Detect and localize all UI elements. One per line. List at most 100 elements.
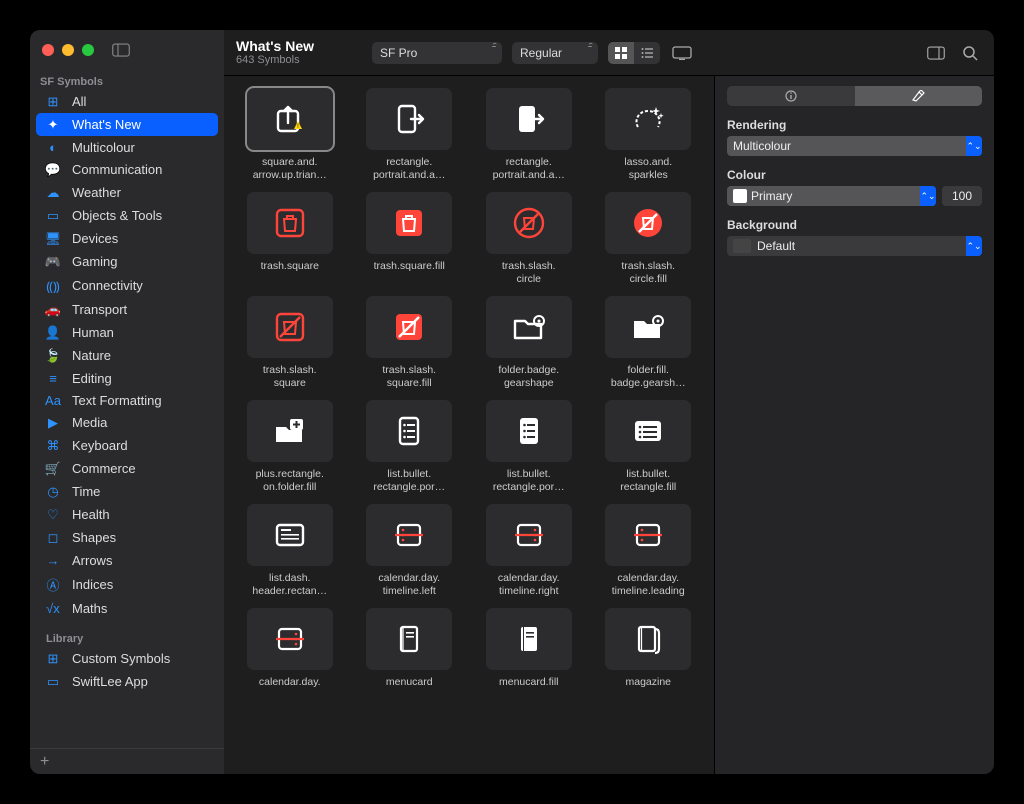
list-view-button[interactable]: [634, 42, 660, 64]
background-select[interactable]: Default⌃⌄: [727, 236, 982, 256]
search-button[interactable]: [958, 42, 982, 64]
info-tab[interactable]: [727, 86, 855, 106]
symbol-label: calendar.day. timeline.left: [378, 572, 440, 598]
sidebar-item-swiftlee[interactable]: ▭SwiftLee App: [36, 670, 218, 693]
symbol-cell[interactable]: magazine: [593, 608, 705, 702]
sidebar-item-human[interactable]: 👤Human: [36, 321, 218, 344]
sidebar-item-objects[interactable]: ▭Objects & Tools: [36, 204, 218, 227]
grid-view-button[interactable]: [608, 42, 634, 64]
folder-icon: ▭: [44, 674, 62, 690]
symbol-cell[interactable]: calendar.day. timeline.right: [473, 504, 585, 598]
symbol-cell[interactable]: rectangle. portrait.and.a…: [354, 88, 466, 182]
display-mode-button[interactable]: [670, 42, 694, 64]
sidebar-item-media[interactable]: ▶︎Media: [36, 411, 218, 434]
sidebar-item-multicolour[interactable]: ◐Multicolour: [36, 136, 218, 158]
sidebar-item-time[interactable]: ◷Time: [36, 480, 218, 503]
color-tab[interactable]: [855, 86, 983, 106]
sidebar-item-communication[interactable]: 💬Communication: [36, 158, 218, 181]
symbol-cell[interactable]: calendar.day. timeline.left: [354, 504, 466, 598]
inspector-toggle-button[interactable]: [924, 42, 948, 64]
symbol-cell[interactable]: list.bullet. rectangle.por…: [354, 400, 466, 494]
symbol-cell[interactable]: rectangle. portrait.and.a…: [473, 88, 585, 182]
sidebar-item-transport[interactable]: 🚗Transport: [36, 298, 218, 321]
app-window: SF Symbols ⊞All ✦What's New ◐Multicolour…: [30, 30, 994, 774]
play-icon: ▶︎: [44, 415, 62, 431]
sidebar-item-nature[interactable]: 🍃Nature: [36, 344, 218, 367]
sidebar-item-whats-new[interactable]: ✦What's New: [36, 113, 218, 136]
symbol-cell[interactable]: list.bullet. rectangle.fill: [593, 400, 705, 494]
colour-label: Colour: [727, 168, 982, 182]
rendering-select[interactable]: Multicolour⌃⌄: [727, 136, 982, 156]
symbol-label: square.and. arrow.up.trian…: [253, 156, 327, 182]
symbol-tile: [486, 400, 572, 462]
heart-icon: ♡: [44, 507, 62, 523]
symbol-label: magazine: [625, 676, 671, 702]
symbol-grid-area[interactable]: ! square.and. arrow.up.trian… rectangle. p…: [224, 76, 714, 774]
sidebar-section-symbols: SF Symbols: [30, 70, 224, 90]
colour-group: Colour Primary⌃⌄: [727, 168, 982, 206]
sidebar-item-shapes[interactable]: ◻︎Shapes: [36, 526, 218, 549]
symbol-tile: [486, 192, 572, 254]
sidebar-item-maths[interactable]: √xMaths: [36, 597, 218, 619]
sidebar-item-keyboard[interactable]: ⌘Keyboard: [36, 434, 218, 457]
sidebar-item-commerce[interactable]: 🛒Commerce: [36, 457, 218, 480]
zoom-window-button[interactable]: [82, 44, 94, 56]
symbol-cell[interactable]: trash.square: [234, 192, 346, 286]
symbol-grid: ! square.and. arrow.up.trian… rectangle. p…: [234, 88, 704, 702]
symbol-cell[interactable]: trash.slash. circle.fill: [593, 192, 705, 286]
symbol-cell[interactable]: ! square.and. arrow.up.trian…: [234, 88, 346, 182]
symbol-cell[interactable]: menucard: [354, 608, 466, 702]
symbol-cell[interactable]: folder.badge. gearshape: [473, 296, 585, 390]
symbol-label: lasso.and. sparkles: [624, 156, 672, 182]
sidebar-item-gaming[interactable]: 🎮Gaming: [36, 250, 218, 273]
symbol-cell[interactable]: trash.square.fill: [354, 192, 466, 286]
symbol-cell[interactable]: trash.slash. circle: [473, 192, 585, 286]
symbol-cell[interactable]: calendar.day. timeline.leading: [593, 504, 705, 598]
add-collection-button[interactable]: +: [40, 753, 49, 771]
gamepad-icon: 🎮: [44, 254, 62, 270]
symbol-cell[interactable]: list.dash. header.rectan…: [234, 504, 346, 598]
symbol-tile: [486, 608, 572, 670]
sidebar-item-arrows[interactable]: →Arrows: [36, 549, 218, 571]
sidebar-item-text[interactable]: AaText Formatting: [36, 389, 218, 411]
close-window-button[interactable]: [42, 44, 54, 56]
symbol-cell[interactable]: folder.fill. badge.gearsh…: [593, 296, 705, 390]
sidebar-item-devices[interactable]: 🖥Devices: [36, 227, 218, 250]
clock-icon: ◷: [44, 484, 62, 500]
sidebar-item-all[interactable]: ⊞All: [36, 90, 218, 113]
symbol-label: folder.badge. gearshape: [498, 364, 559, 390]
indices-icon: Ⓐ: [44, 575, 62, 594]
colour-select[interactable]: Primary⌃⌄: [727, 186, 936, 206]
titlebar-left: [30, 30, 224, 70]
sidebar-item-editing[interactable]: ≡Editing: [36, 367, 218, 389]
symbol-cell[interactable]: list.bullet. rectangle.por…: [473, 400, 585, 494]
symbol-cell[interactable]: menucard.fill: [473, 608, 585, 702]
weight-select[interactable]: Regular: [512, 42, 598, 64]
symbol-label: trash.square.fill: [374, 260, 445, 286]
sidebar-item-custom[interactable]: ⊞Custom Symbols: [36, 647, 218, 670]
symbol-cell[interactable]: trash.slash. square.fill: [354, 296, 466, 390]
sidebar-item-indices[interactable]: ⒶIndices: [36, 571, 218, 597]
symbol-tile: [247, 504, 333, 566]
symbol-tile: [605, 88, 691, 150]
symbol-tile: [605, 192, 691, 254]
minimize-window-button[interactable]: [62, 44, 74, 56]
sidebar-toggle-icon[interactable]: [112, 43, 130, 57]
symbol-cell[interactable]: lasso.and. sparkles: [593, 88, 705, 182]
symbol-tile: [247, 192, 333, 254]
symbol-tile: !: [247, 88, 333, 150]
symbol-tile: [605, 400, 691, 462]
sidebar-item-connectivity[interactable]: ⸨⸩Connectivity: [36, 273, 218, 298]
symbol-cell[interactable]: plus.rectangle. on.folder.fill: [234, 400, 346, 494]
sidebar-item-weather[interactable]: ☁Weather: [36, 181, 218, 204]
rendering-label: Rendering: [727, 118, 982, 132]
chevron-icon: ⌃⌄: [920, 186, 936, 206]
symbol-tile: [366, 192, 452, 254]
font-select[interactable]: SF Pro: [372, 42, 502, 64]
opacity-input[interactable]: [942, 186, 982, 206]
symbol-cell[interactable]: calendar.day.: [234, 608, 346, 702]
person-icon: 👤: [44, 325, 62, 341]
sidebar-item-health[interactable]: ♡Health: [36, 503, 218, 526]
folder-icon: ▭: [44, 208, 62, 224]
symbol-cell[interactable]: trash.slash. square: [234, 296, 346, 390]
